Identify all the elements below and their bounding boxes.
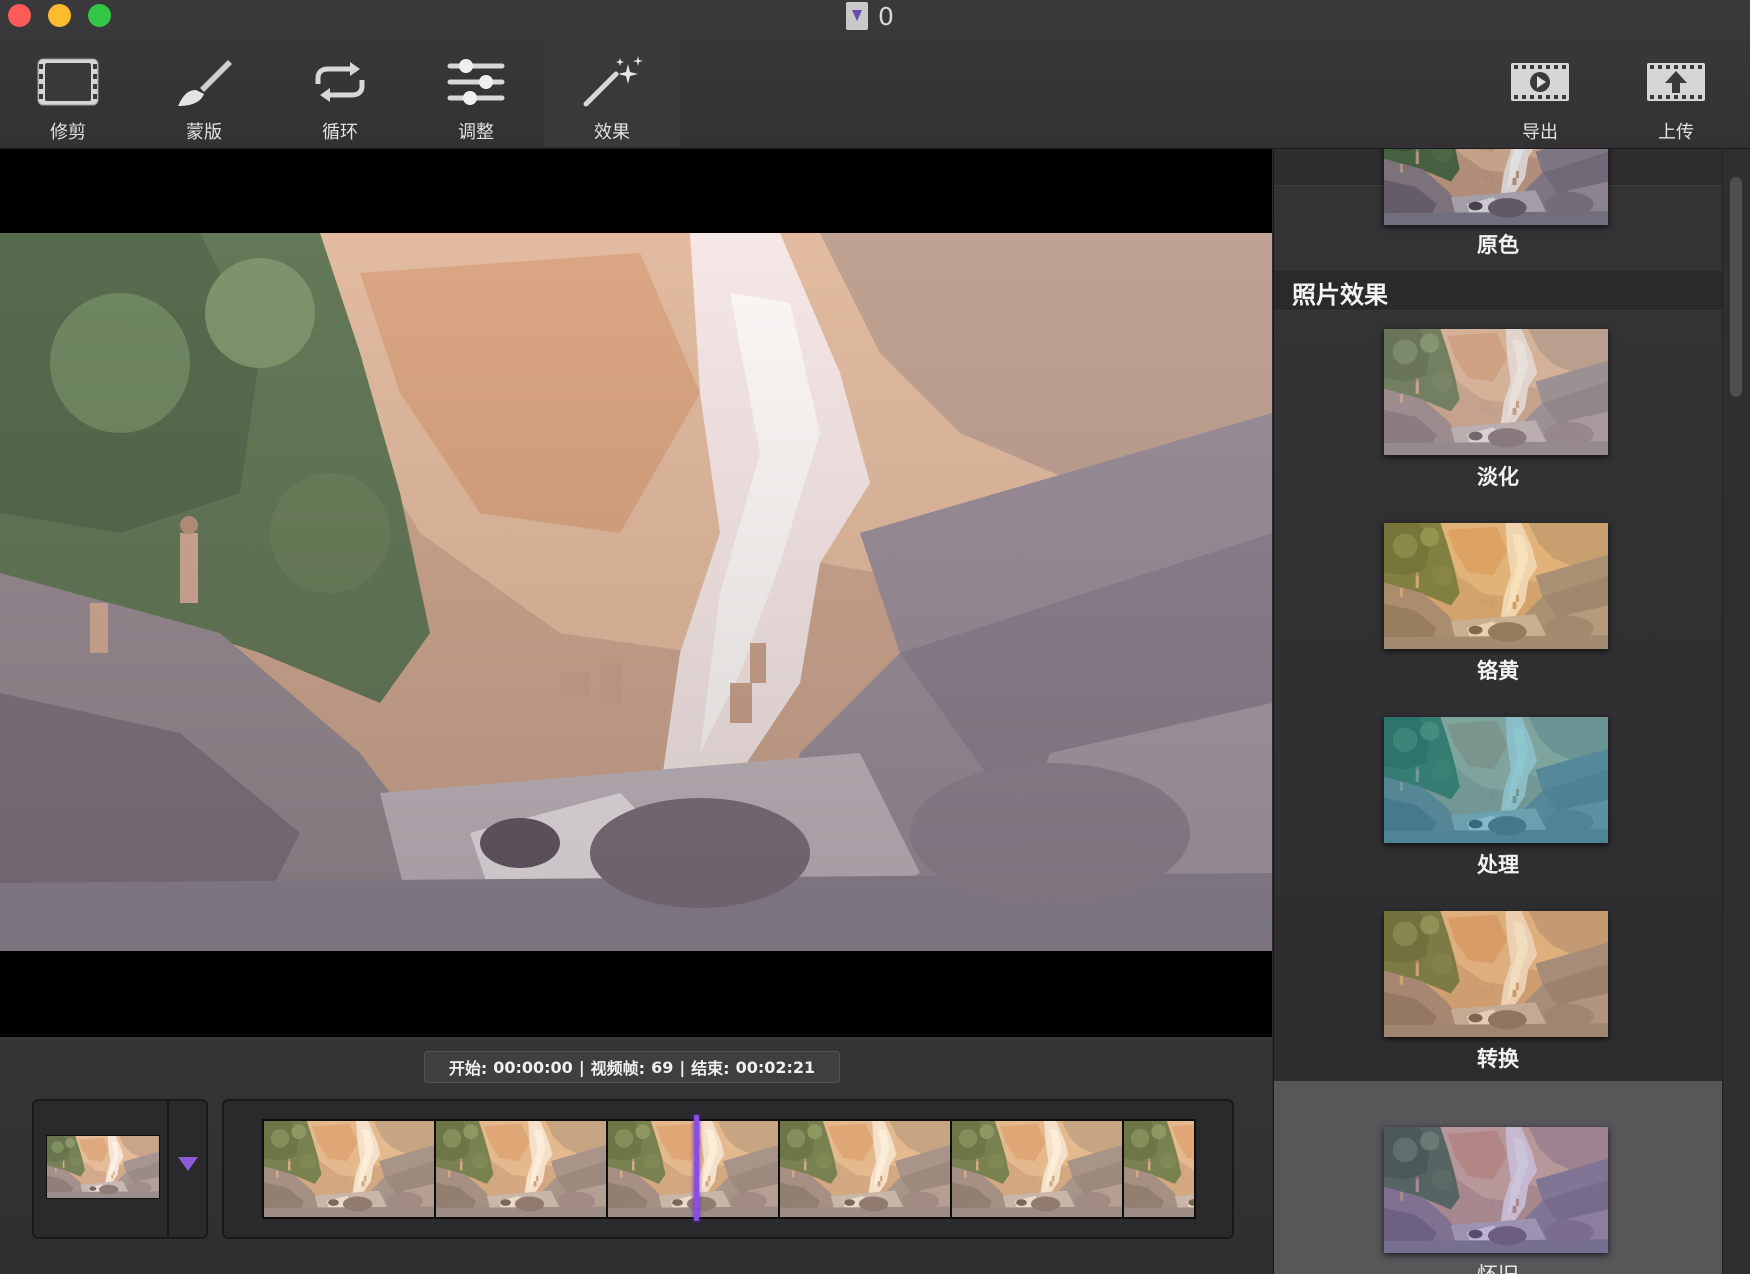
effect-label: 转换 [1477, 1047, 1519, 1071]
sliders-icon [446, 56, 506, 108]
loop-icon [310, 56, 370, 108]
effect-thumbnail [1384, 329, 1608, 455]
end-label: 结束: [691, 1059, 730, 1078]
export-film-icon [1510, 56, 1570, 108]
upload-film-icon [1646, 56, 1706, 108]
effects-panel: 原色 照片效果 淡化 铬黄 处理 转换 怀旧 [1273, 149, 1722, 1274]
tool-label: 上传 [1658, 122, 1694, 143]
upload-button[interactable]: 上传 [1608, 38, 1744, 146]
effect-label: 处理 [1477, 853, 1519, 877]
end-value: 00:02:21 [735, 1057, 816, 1077]
effect-item-instant[interactable]: 怀旧 [1274, 1081, 1722, 1274]
frames-label: 视频帧: [590, 1059, 646, 1078]
effect-item-original[interactable]: 原色 [1274, 149, 1722, 263]
brush-icon [174, 56, 234, 108]
section-title: 照片效果 [1292, 281, 1388, 309]
minimize-window-button[interactable] [48, 4, 71, 27]
tool-label: 导出 [1522, 122, 1558, 143]
effect-thumbnail [1384, 149, 1608, 225]
tool-effects[interactable]: 效果 [544, 38, 680, 146]
tool-label: 蒙版 [186, 122, 222, 143]
dropdown-arrow-icon[interactable] [178, 1157, 198, 1171]
magic-wand-icon [580, 56, 644, 108]
window-title: 0 [846, 0, 894, 32]
video-preview-image [0, 233, 1272, 951]
start-label: 开始: [448, 1059, 488, 1078]
tool-trim[interactable]: 修剪 [0, 38, 136, 146]
zoom-window-button[interactable] [88, 4, 111, 27]
effect-item-fade[interactable]: 淡化 [1274, 309, 1722, 503]
export-button[interactable]: 导出 [1472, 38, 1608, 146]
timecode-display: 开始: 00:00:00 | 视频帧: 69 | 结束: 00:02:21 [424, 1051, 840, 1083]
scrollbar-thumb[interactable] [1730, 177, 1742, 397]
filmstrip-container [222, 1099, 1234, 1239]
effect-label: 铬黄 [1477, 659, 1519, 683]
tool-label: 调整 [458, 122, 494, 143]
timeline-area: 开始: 00:00:00 | 视频帧: 69 | 结束: 00:02:21 [0, 1037, 1272, 1274]
tool-label: 效果 [594, 122, 630, 143]
start-value: 00:00:00 [493, 1057, 573, 1077]
separator: | [679, 1057, 686, 1077]
film-frame [436, 1121, 608, 1217]
tool-loop[interactable]: 循环 [272, 38, 408, 146]
filmstrip[interactable] [262, 1119, 1196, 1219]
tool-mask[interactable]: 蒙版 [136, 38, 272, 146]
playhead[interactable] [694, 1115, 699, 1221]
effect-label: 淡化 [1477, 465, 1519, 489]
clip-selector[interactable] [32, 1099, 208, 1239]
tool-label: 修剪 [50, 122, 86, 143]
toolbar: 0 修剪 蒙版 循环 调整 效果 导出 上传 [0, 0, 1750, 149]
effect-item-process[interactable]: 处理 [1274, 697, 1722, 891]
film-trim-icon [37, 56, 99, 108]
divider [167, 1101, 169, 1237]
close-window-button[interactable] [8, 4, 31, 27]
tool-label: 循环 [322, 122, 358, 143]
document-icon [846, 2, 868, 30]
effect-thumbnail [1384, 717, 1608, 843]
effects-scrollbar[interactable] [1722, 149, 1750, 1274]
clip-thumbnail [46, 1135, 160, 1199]
film-frame [264, 1121, 436, 1217]
video-viewer[interactable] [0, 149, 1272, 1037]
section-header: 照片效果 [1274, 269, 1722, 311]
effect-item-transfer[interactable]: 转换 [1274, 891, 1722, 1085]
film-frame [780, 1121, 952, 1217]
window-title-text: 0 [878, 1, 894, 31]
effect-label: 怀旧 [1274, 1259, 1722, 1274]
frames-value: 69 [651, 1057, 674, 1077]
effect-label: 原色 [1477, 233, 1519, 257]
tool-adjust[interactable]: 调整 [408, 38, 544, 146]
separator: | [578, 1057, 585, 1077]
film-frame [952, 1121, 1124, 1217]
film-frame [1124, 1121, 1194, 1217]
effect-thumbnail [1384, 1127, 1608, 1253]
effect-item-chrome[interactable]: 铬黄 [1274, 503, 1722, 697]
effect-thumbnail [1384, 523, 1608, 649]
effect-thumbnail [1384, 911, 1608, 1037]
